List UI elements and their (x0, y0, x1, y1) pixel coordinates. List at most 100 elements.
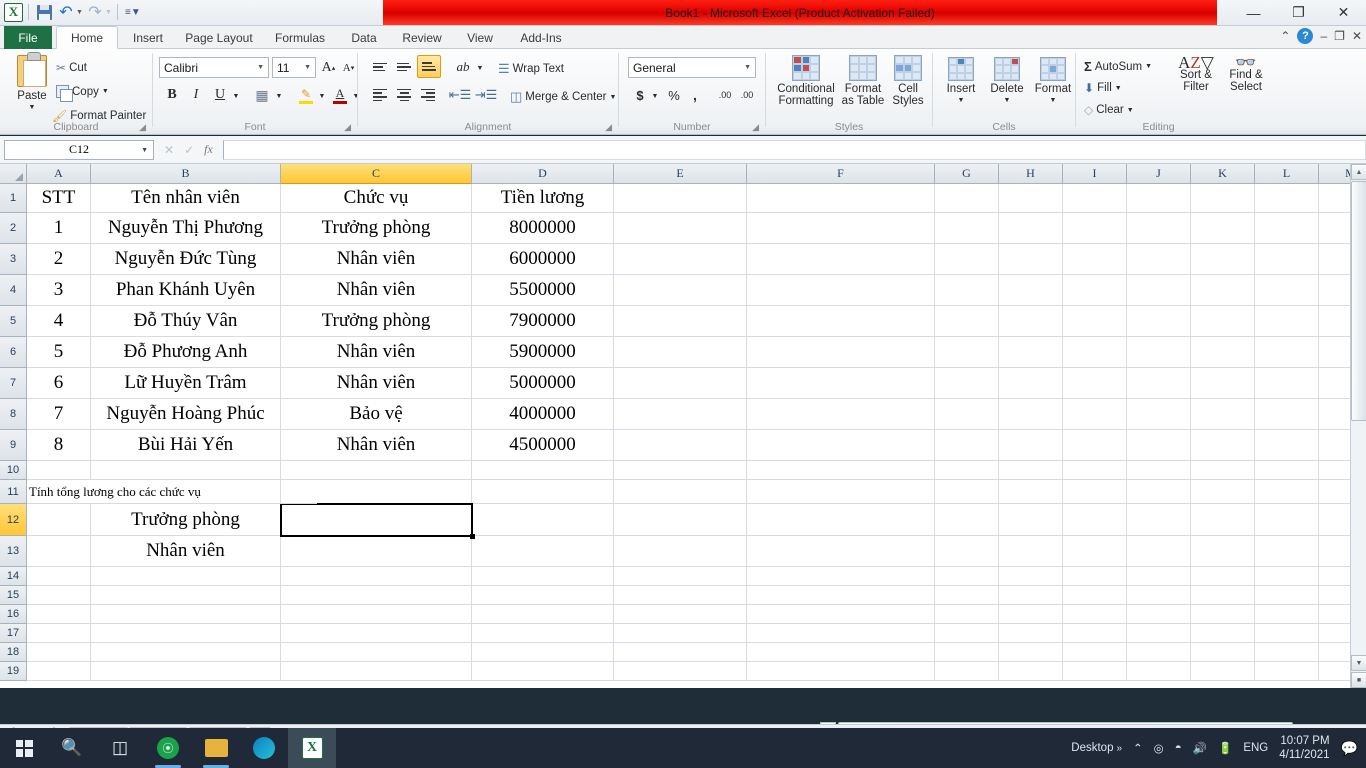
cell-J18[interactable] (1127, 643, 1191, 662)
cell-L19[interactable] (1255, 662, 1319, 681)
cell-K17[interactable] (1191, 624, 1255, 643)
cell-B5[interactable]: Đỗ Thúy Vân (91, 306, 281, 337)
cell-F12[interactable] (747, 504, 935, 536)
cell-I5[interactable] (1063, 306, 1127, 337)
row-header-12[interactable]: 12 (0, 504, 27, 536)
row-header-7[interactable]: 7 (0, 368, 27, 399)
cell-E12[interactable] (614, 504, 747, 536)
overflow-icon[interactable]: » (1116, 743, 1122, 754)
cell-C6[interactable]: Nhân viên (281, 337, 472, 368)
cell-K14[interactable] (1191, 567, 1255, 586)
customize-quick-access-icon[interactable]: ≡▼ (123, 2, 143, 22)
language-indicator[interactable]: ENG (1243, 742, 1268, 754)
row-header-10[interactable]: 10 (0, 461, 27, 480)
font-color-button[interactable]: A (330, 85, 350, 105)
tab-review[interactable]: Review (392, 26, 452, 49)
cell-L9[interactable] (1255, 430, 1319, 461)
grow-font-button[interactable]: A ▴ (319, 57, 338, 78)
tab-addins[interactable]: Add-Ins (508, 26, 574, 49)
cell-K6[interactable] (1191, 337, 1255, 368)
cell-A7[interactable]: 6 (27, 368, 91, 399)
cell-D3[interactable]: 6000000 (472, 244, 614, 275)
cell-F18[interactable] (747, 643, 935, 662)
cell-D4[interactable]: 5500000 (472, 275, 614, 306)
cell-J19[interactable] (1127, 662, 1191, 681)
cell-A11[interactable]: Tính tổng lương cho các chức vụ (27, 480, 317, 504)
cell-E10[interactable] (614, 461, 747, 480)
cell-L15[interactable] (1255, 586, 1319, 605)
cell-E11[interactable] (614, 480, 747, 504)
cell-B2[interactable]: Nguyễn Thị Phương (91, 213, 281, 244)
find-select-button[interactable]: 👓 Find & Select (1222, 54, 1270, 93)
cell-F13[interactable] (747, 536, 935, 567)
cell-G7[interactable] (935, 368, 999, 399)
cell-J7[interactable] (1127, 368, 1191, 399)
cell-F10[interactable] (747, 461, 935, 480)
cell-C3[interactable]: Nhân viên (281, 244, 472, 275)
cell-L6[interactable] (1255, 337, 1319, 368)
cell-L16[interactable] (1255, 605, 1319, 624)
cell-J17[interactable] (1127, 624, 1191, 643)
cell-G19[interactable] (935, 662, 999, 681)
format-cells-button[interactable]: Format ▼ (1031, 57, 1075, 107)
cancel-formula-button[interactable]: ✕ (164, 143, 174, 157)
cell-K1[interactable] (1191, 184, 1255, 213)
row-header-18[interactable]: 18 (0, 643, 27, 662)
tab-formulas[interactable]: Formulas (264, 26, 336, 49)
chevron-down-icon[interactable]: ▼ (141, 146, 148, 154)
cell-D15[interactable] (472, 586, 614, 605)
cell-K3[interactable] (1191, 244, 1255, 275)
font-dialog-launcher[interactable]: ◢ (344, 122, 351, 133)
underline-dropdown-icon[interactable]: ▼ (230, 89, 242, 103)
cell-I19[interactable] (1063, 662, 1127, 681)
cell-E13[interactable] (614, 536, 747, 567)
paste-button[interactable]: Paste ▼ (6, 52, 58, 114)
cell-J16[interactable] (1127, 605, 1191, 624)
clear-button[interactable]: ◇ Clear ▼ (1084, 103, 1134, 117)
currency-button[interactable]: $ (631, 85, 649, 105)
cell-I13[interactable] (1063, 536, 1127, 567)
cell-K19[interactable] (1191, 662, 1255, 681)
cell-K18[interactable] (1191, 643, 1255, 662)
vertical-scrollbar[interactable]: ▲ ▼ ■ (1350, 164, 1366, 688)
doc-close-icon[interactable]: ✕ (1352, 29, 1362, 43)
cell-K2[interactable] (1191, 213, 1255, 244)
cell-L11[interactable] (1255, 480, 1319, 504)
cell-D10[interactable] (472, 461, 614, 480)
excel-icon[interactable]: X (288, 728, 336, 768)
cell-C13[interactable] (281, 536, 472, 567)
fill-color-button[interactable]: ✎ (296, 85, 316, 105)
cell-B10[interactable] (91, 461, 281, 480)
cell-H9[interactable] (999, 430, 1063, 461)
cell-J1[interactable] (1127, 184, 1191, 213)
cell-A12[interactable] (27, 504, 91, 536)
cell-A6[interactable]: 5 (27, 337, 91, 368)
save-icon[interactable] (34, 2, 54, 22)
cell-H11[interactable] (999, 480, 1063, 504)
start-icon[interactable] (0, 728, 48, 768)
cell-L1[interactable] (1255, 184, 1319, 213)
cell-F16[interactable] (747, 605, 935, 624)
cell-F1[interactable] (747, 184, 935, 213)
borders-button[interactable]: ▦ (251, 85, 273, 105)
row-header-3[interactable]: 3 (0, 244, 27, 275)
row-header-16[interactable]: 16 (0, 605, 27, 624)
tab-data[interactable]: Data (340, 26, 388, 49)
doc-minimize-icon[interactable]: – (1320, 29, 1327, 43)
cell-L4[interactable] (1255, 275, 1319, 306)
cell-B4[interactable]: Phan Khánh Uyên (91, 275, 281, 306)
cell-I1[interactable] (1063, 184, 1127, 213)
tab-home[interactable]: Home (56, 26, 118, 49)
cell-I6[interactable] (1063, 337, 1127, 368)
cell-H15[interactable] (999, 586, 1063, 605)
align-right-button[interactable] (417, 85, 439, 105)
cell-C4[interactable]: Nhân viên (281, 275, 472, 306)
cell-H8[interactable] (999, 399, 1063, 430)
select-all-button[interactable] (0, 164, 27, 184)
cell-I12[interactable] (1063, 504, 1127, 536)
scroll-down-button[interactable]: ▼ (1351, 655, 1366, 671)
cell-K12[interactable] (1191, 504, 1255, 536)
column-header-l[interactable]: L (1255, 164, 1319, 184)
cell-L10[interactable] (1255, 461, 1319, 480)
unikey-icon[interactable]: ⦿ (144, 728, 192, 768)
